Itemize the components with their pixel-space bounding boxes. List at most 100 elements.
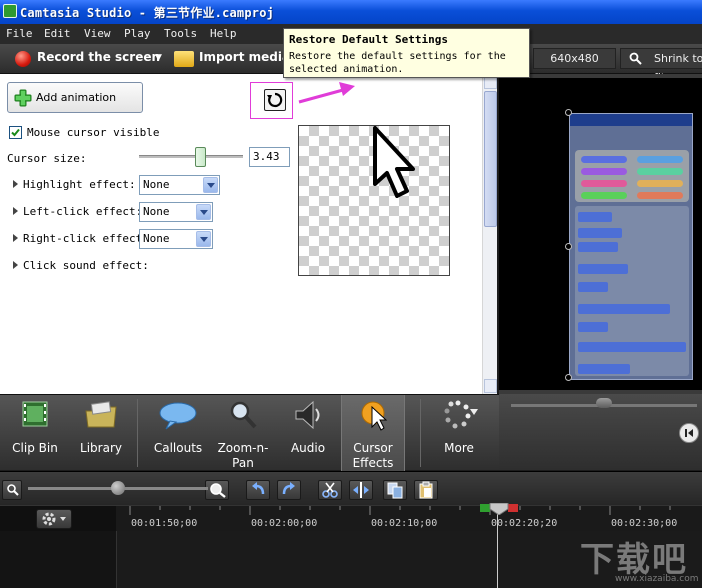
undo-button[interactable] xyxy=(246,480,270,500)
menu-edit[interactable]: Edit xyxy=(44,27,71,40)
tooltip-body-line2: selected animation. xyxy=(289,64,404,75)
preview-seek-thumb[interactable] xyxy=(596,398,612,408)
annotation-arrow-icon xyxy=(298,82,355,104)
menu-play[interactable]: Play xyxy=(124,27,151,40)
recorded-palette xyxy=(575,150,689,202)
right-click-effect-label: Right-click effect xyxy=(23,232,143,245)
zoom-magnifier-icon xyxy=(230,401,257,429)
ruler-tick: 00:01:50;00 xyxy=(131,518,198,529)
dropdown-arrow-icon[interactable] xyxy=(196,231,211,247)
tab-divider xyxy=(137,399,138,467)
previous-clip-button[interactable] xyxy=(679,423,699,443)
timeline-ruler[interactable]: 00:01:50;00 00:02:00;00 00:02:10;00 00:0… xyxy=(0,505,702,532)
highlight-effect-value: None xyxy=(143,178,170,191)
recorded-blocks-area xyxy=(575,206,689,376)
expand-arrow-icon[interactable] xyxy=(13,261,18,269)
selection-handle[interactable] xyxy=(565,109,572,116)
import-media-button[interactable]: Import media xyxy=(199,50,290,64)
highlight-effect-dropdown[interactable]: None xyxy=(139,175,220,195)
restore-defaults-tooltip: Restore Default Settings Restore the def… xyxy=(283,28,530,78)
expand-arrow-icon[interactable] xyxy=(13,180,18,188)
restore-icon xyxy=(267,92,283,108)
ruler-tick: 00:02:10;00 xyxy=(371,518,438,529)
tab-zoom-n-pan[interactable]: Zoom-n- Pan xyxy=(212,395,274,471)
cursor-size-slider-track[interactable] xyxy=(139,155,243,158)
selection-handle[interactable] xyxy=(565,243,572,250)
task-tab-bar: Clip Bin Library Callouts Zoom-n- Pan Au… xyxy=(0,394,499,471)
scrollbar-thumb[interactable] xyxy=(484,91,497,227)
zoom-in-magnifier-icon xyxy=(210,483,226,498)
tab-callouts-label: Callouts xyxy=(153,441,203,455)
folder-icon[interactable] xyxy=(174,51,194,67)
copy-button[interactable] xyxy=(383,480,407,500)
cursor-effects-panel: Add animation Mouse cursor visible Curso… xyxy=(0,74,497,394)
tab-cursor-effects[interactable]: Cursor Effects xyxy=(341,395,405,471)
panel-scrollbar[interactable] xyxy=(482,74,497,394)
paste-icon xyxy=(419,481,433,499)
left-click-effect-dropdown[interactable]: None xyxy=(139,202,213,222)
copy-icon xyxy=(387,482,403,499)
menu-file[interactable]: File xyxy=(6,27,33,40)
tab-clip-bin[interactable]: Clip Bin xyxy=(2,395,68,471)
tab-library[interactable]: Library xyxy=(70,395,132,471)
watermark-url: www.xiazaiba.com xyxy=(615,574,699,584)
selection-handle[interactable] xyxy=(565,374,572,381)
timeline-zoom-thumb[interactable] xyxy=(111,481,125,495)
gear-icon xyxy=(42,512,66,526)
tab-zoom-n-pan-line1: Zoom-n- xyxy=(217,441,269,455)
restore-default-settings-button[interactable] xyxy=(264,89,286,111)
tab-audio[interactable]: Audio xyxy=(280,395,336,471)
library-folder-icon xyxy=(85,401,117,428)
camtasia-app-icon xyxy=(3,4,17,18)
more-spinner-icon xyxy=(444,400,478,429)
dropdown-arrow-icon[interactable] xyxy=(203,177,218,193)
redo-icon xyxy=(282,482,295,495)
resolution-selector[interactable]: 640x480 xyxy=(533,48,616,69)
left-click-effect-value: None xyxy=(143,205,170,218)
zoom-in-button[interactable] xyxy=(205,480,229,500)
cursor-size-label: Cursor size: xyxy=(7,152,87,165)
tab-more[interactable]: More xyxy=(426,395,492,471)
menu-help[interactable]: Help xyxy=(210,27,237,40)
paste-button[interactable] xyxy=(414,480,438,500)
zoom-out-magnifier-icon xyxy=(7,484,19,496)
mouse-visible-label: Mouse cursor visible xyxy=(27,126,160,139)
site-watermark: 下载吧 www.xiazaiba.com xyxy=(575,530,702,588)
menu-tools[interactable]: Tools xyxy=(164,27,197,40)
right-click-effect-value: None xyxy=(143,232,170,245)
expand-arrow-icon[interactable] xyxy=(13,234,18,242)
cut-button[interactable] xyxy=(318,480,342,500)
recorded-window-titlebar xyxy=(570,114,692,126)
dropdown-arrow-icon[interactable] xyxy=(196,204,211,220)
cursor-size-slider-thumb[interactable] xyxy=(195,147,206,167)
tab-callouts[interactable]: Callouts xyxy=(144,395,212,471)
speech-bubble-icon xyxy=(159,402,197,430)
zoom-out-button[interactable] xyxy=(2,480,22,500)
redo-button[interactable] xyxy=(277,480,301,500)
add-plus-icon xyxy=(14,89,32,107)
mouse-visible-checkbox[interactable] xyxy=(9,126,22,139)
recorded-screen-thumbnail xyxy=(569,113,693,380)
track-settings-button[interactable] xyxy=(36,509,72,529)
arrow-cursor-icon xyxy=(373,126,415,198)
playhead-marker[interactable] xyxy=(480,503,518,515)
right-click-effect-dropdown[interactable]: None xyxy=(139,229,213,249)
record-screen-button[interactable]: Record the screen xyxy=(37,50,160,64)
split-button[interactable] xyxy=(349,480,373,500)
shrink-to-fit-button[interactable]: Shrink to fit xyxy=(620,48,702,84)
split-icon xyxy=(353,482,369,498)
magnifier-icon xyxy=(629,52,642,65)
speaker-icon xyxy=(295,400,320,430)
cursor-size-input[interactable]: 3.43 xyxy=(249,147,290,167)
expand-arrow-icon[interactable] xyxy=(13,207,18,215)
click-sound-effect-label: Click sound effect: xyxy=(23,259,149,272)
tab-more-label: More xyxy=(444,441,474,455)
dropdown-arrow-icon[interactable]: ▼ xyxy=(155,53,162,63)
record-icon[interactable] xyxy=(15,51,31,67)
scroll-down-arrow-icon[interactable] xyxy=(484,379,497,393)
menu-view[interactable]: View xyxy=(84,27,111,40)
tab-zoom-n-pan-label: Zoom-n- Pan xyxy=(212,441,274,471)
add-animation-button[interactable]: Add animation xyxy=(7,82,143,113)
tab-library-label: Library xyxy=(80,441,122,455)
tab-cursor-effects-line2: Effects xyxy=(352,456,394,470)
